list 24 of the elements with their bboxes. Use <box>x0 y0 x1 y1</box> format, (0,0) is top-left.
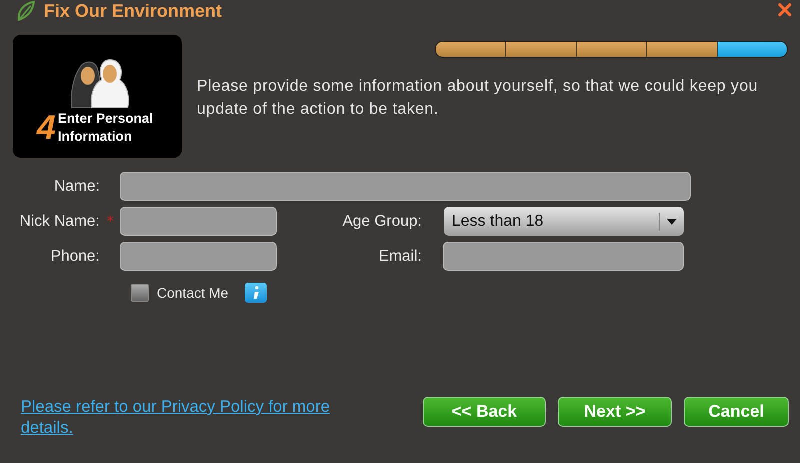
privacy-policy-link[interactable]: Please refer to our Privacy Policy for more details. <box>21 397 381 439</box>
input-field[interactable] <box>443 242 684 271</box>
window-title: Fix Our Environment <box>44 0 224 22</box>
wizard-button[interactable]: Next >> <box>558 397 672 427</box>
input-field[interactable] <box>120 242 277 271</box>
description-text: Please provide some information about yourself, so that we could keep you update of the action to be taken. <box>197 77 760 120</box>
required-asterisk: * <box>106 214 115 230</box>
field-label: Nick Name: <box>18 212 100 230</box>
age-group-dropdown[interactable]: Less than 18 <box>444 207 684 236</box>
leaf-icon <box>16 1 36 21</box>
step-number: 4 <box>37 111 56 145</box>
field-label: Name: <box>53 178 100 196</box>
name-field[interactable] <box>120 172 691 201</box>
checkbox-label: Contact Me <box>157 285 229 301</box>
input-field[interactable] <box>120 207 277 236</box>
wizard-button[interactable]: << Back <box>423 397 546 427</box>
step-title: Enter Personal Information <box>58 110 154 146</box>
contact-checkbox[interactable] <box>131 284 149 302</box>
info-icon[interactable] <box>244 283 267 303</box>
caret-icon <box>667 218 677 224</box>
field-label: Age Group: <box>342 212 422 230</box>
wizard-button[interactable]: Cancel <box>684 397 789 427</box>
field-label: Email: <box>378 248 422 266</box>
field-label: Phone: <box>50 248 100 266</box>
